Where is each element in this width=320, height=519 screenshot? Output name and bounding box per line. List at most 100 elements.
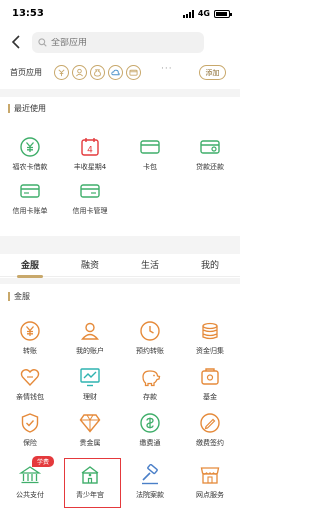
tab-label: 金服 <box>20 261 39 271</box>
status-bar: 13:53 4G <box>0 0 240 28</box>
finance-item-label: 亲情钱包 <box>16 393 44 401</box>
tab-label: 生活 <box>140 261 159 271</box>
recent-item-label: 卡包 <box>143 163 157 171</box>
recent-item-loan[interactable]: 福农卡借款 <box>0 134 60 176</box>
diamond-icon <box>77 410 103 436</box>
recent-section-title: 最近使用 <box>14 104 46 113</box>
battery-icon <box>214 9 232 18</box>
scheduled-transfer-icon <box>137 318 163 344</box>
recent-item-label: 信用卡账单 <box>12 207 48 215</box>
category-tabs: 金服 融资 生活 我的 <box>0 255 240 278</box>
finance-item-label: 公共支付 <box>16 491 44 499</box>
homepage-app-icons <box>54 65 141 80</box>
divider <box>0 89 240 97</box>
chart-icon <box>77 364 103 390</box>
network-type: 4G <box>197 9 210 18</box>
finance-item-label: 转账 <box>23 347 37 355</box>
recent-item-label: 信用卡管理 <box>72 207 108 215</box>
finance-item-label: 贵金属 <box>79 439 101 447</box>
finance-item-label: 法院案款 <box>136 491 164 499</box>
yuan-coin-icon <box>17 134 43 160</box>
recent-item-label: 贷款还款 <box>196 163 224 171</box>
transfer-mini-icon[interactable] <box>54 65 69 80</box>
status-time: 13:53 <box>12 8 44 19</box>
fund-icon <box>197 364 223 390</box>
recent-item-credit-manage[interactable]: 信用卡管理 <box>60 178 120 220</box>
account-icon <box>77 318 103 344</box>
finance-item-insurance[interactable]: 保险 <box>0 410 60 452</box>
calendar-icon: 4 <box>77 134 103 160</box>
finance-item-label: 缴费通 <box>139 439 161 447</box>
finance-item-public-payment[interactable]: 学费 公共支付 <box>0 456 60 504</box>
finance-item-transfer[interactable]: 转账 <box>0 318 60 360</box>
cloud-mini-icon[interactable] <box>108 65 123 80</box>
loan-card-icon <box>197 134 223 160</box>
finance-section-title: 金服 <box>14 292 30 301</box>
payment-icon <box>137 410 163 436</box>
finance-item-bill-signing[interactable]: 缴费签约 <box>180 410 240 452</box>
divider <box>0 278 240 284</box>
finance-item-label: 保险 <box>23 439 37 447</box>
selection-highlight <box>64 458 121 508</box>
recent-section-header: 最近使用 <box>0 99 240 117</box>
finance-item-label: 存款 <box>143 393 157 401</box>
finance-item-label: 缴费签约 <box>196 439 224 447</box>
finance-item-label: 预约转账 <box>136 347 164 355</box>
sign-icon <box>197 410 223 436</box>
finance-item-scheduled-transfer[interactable]: 预约转账 <box>120 318 180 360</box>
recent-item-label: 福农卡借款 <box>12 163 48 171</box>
recent-item-credit-bill[interactable]: 信用卡账单 <box>0 178 60 220</box>
search-box[interactable] <box>32 32 204 53</box>
finance-item-fund-pooling[interactable]: 资金归集 <box>180 318 240 360</box>
homepage-apps-label: 首页应用 <box>10 68 42 77</box>
branch-icon <box>197 462 223 488</box>
money-bag-mini-icon[interactable] <box>90 65 105 80</box>
search-row <box>0 28 240 58</box>
status-indicators: 4G <box>182 9 232 18</box>
tab-label: 我的 <box>200 261 219 271</box>
finance-item-precious-metals[interactable]: 贵金属 <box>60 410 120 452</box>
back-arrow-icon[interactable] <box>8 34 24 50</box>
tab-label: 融资 <box>80 261 99 271</box>
homepage-apps-row: 首页应用 ··· 添加 <box>0 58 240 88</box>
card-manage-icon <box>77 178 103 204</box>
recent-item-loan-repay[interactable]: 贷款还款 <box>180 134 240 176</box>
recent-item-thursday[interactable]: 4 丰收星期4 <box>60 134 120 176</box>
search-icon <box>38 38 47 47</box>
finance-section-header: 金服 <box>0 287 240 305</box>
finance-item-family-wallet[interactable]: 亲情钱包 <box>0 364 60 406</box>
finance-item-label: 资金归集 <box>196 347 224 355</box>
recent-item-label: 丰收星期4 <box>73 163 107 171</box>
finance-item-label: 基金 <box>203 393 217 401</box>
tuition-badge: 学费 <box>32 456 54 467</box>
gavel-icon <box>137 462 163 488</box>
recent-item-card-wallet[interactable]: 卡包 <box>120 134 180 176</box>
more-dots-icon[interactable]: ··· <box>161 64 173 74</box>
finance-item-branch-service[interactable]: 网点服务 <box>180 462 240 504</box>
svg-text:4: 4 <box>87 146 93 156</box>
card-mini-icon[interactable] <box>126 65 141 80</box>
finance-item-label: 我的账户 <box>76 347 104 355</box>
finance-item-court-funds[interactable]: 法院案款 <box>120 462 180 504</box>
finance-item-my-account[interactable]: 我的账户 <box>60 318 120 360</box>
section-accent-bar <box>8 292 10 301</box>
shield-icon <box>17 410 43 436</box>
bill-icon <box>17 178 43 204</box>
divider <box>0 236 240 254</box>
finance-item-deposit[interactable]: 存款 <box>120 364 180 406</box>
account-mini-icon[interactable] <box>72 65 87 80</box>
coins-icon <box>197 318 223 344</box>
finance-item-label: 网点服务 <box>196 491 224 499</box>
yuan-transfer-icon <box>17 318 43 344</box>
add-button[interactable]: 添加 <box>199 65 226 80</box>
heart-wallet-icon <box>17 364 43 390</box>
tab-mine[interactable]: 我的 <box>180 258 240 271</box>
search-input[interactable] <box>51 37 191 48</box>
tab-financing[interactable]: 融资 <box>60 258 120 271</box>
finance-item-fund[interactable]: 基金 <box>180 364 240 406</box>
card-icon <box>137 134 163 160</box>
finance-item-wealth[interactable]: 理财 <box>60 364 120 406</box>
tab-life[interactable]: 生活 <box>120 258 180 271</box>
tab-finance[interactable]: 金服 <box>0 258 60 278</box>
finance-item-bill-payment[interactable]: 缴费通 <box>120 410 180 452</box>
